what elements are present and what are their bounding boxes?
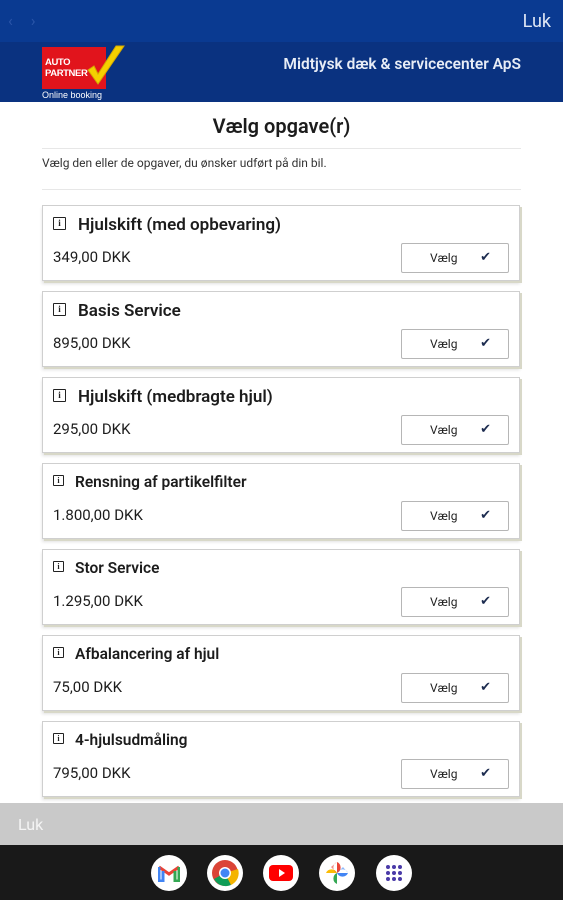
task-card: i Hjulskift (medbragte hjul) 295,00 DKK …	[42, 377, 520, 453]
task-card: i 4-hjulsudmåling 795,00 DKK Vælg ✔	[42, 721, 520, 797]
task-name: 4-hjulsudmåling	[75, 731, 188, 749]
task-name: Basis Service	[78, 301, 181, 321]
select-button[interactable]: Vælg ✔	[401, 415, 509, 445]
info-icon[interactable]: i	[53, 217, 66, 230]
task-name: Rensning af partikelfilter	[75, 473, 247, 491]
task-price: 795,00 DKK	[53, 764, 131, 782]
logo-tagline: Online booking	[42, 90, 103, 100]
task-card: i Stor Service 1.295,00 DKK Vælg ✔	[42, 549, 520, 625]
task-price: 349,00 DKK	[53, 248, 131, 266]
footer-close-label: Luk	[18, 815, 44, 834]
select-button[interactable]: Vælg ✔	[401, 243, 509, 273]
select-button[interactable]: Vælg ✔	[401, 587, 509, 617]
task-price: 1.800,00 DKK	[53, 506, 143, 524]
check-icon: ✔	[480, 508, 491, 523]
task-card: i Rensning af partikelfilter 1.800,00 DK…	[42, 463, 520, 539]
footer-close-bar[interactable]: Luk	[0, 803, 563, 845]
company-name: Midtjysk dæk & servicecenter ApS	[283, 55, 521, 73]
select-button[interactable]: Vælg ✔	[401, 759, 509, 789]
task-card: i Afbalancering af hjul 75,00 DKK Vælg ✔	[42, 635, 520, 711]
task-price: 1.295,00 DKK	[53, 592, 143, 610]
select-button[interactable]: Vælg ✔	[401, 501, 509, 531]
task-price: 75,00 DKK	[53, 678, 123, 696]
app-dock	[0, 845, 563, 900]
info-icon[interactable]: i	[53, 733, 64, 744]
youtube-icon[interactable]	[263, 855, 299, 891]
check-icon: ✔	[480, 766, 491, 781]
info-icon[interactable]: i	[53, 647, 64, 658]
select-button-label: Vælg	[430, 423, 458, 437]
autopartner-logo: AUTO PARTNER Online booking	[42, 45, 126, 100]
nav-arrows: ‹ ›	[8, 11, 50, 30]
top-bar: ‹ › Luk	[0, 0, 563, 42]
page-subtitle: Vælg den eller de opgaver, du ønsker udf…	[42, 156, 327, 170]
task-name: Afbalancering af hjul	[75, 645, 220, 663]
select-button-label: Vælg	[430, 681, 458, 695]
select-button[interactable]: Vælg ✔	[401, 673, 509, 703]
divider	[42, 148, 521, 149]
checkmark-logo-icon	[87, 45, 125, 85]
info-icon[interactable]: i	[53, 389, 66, 402]
divider	[42, 189, 521, 190]
task-name: Stor Service	[75, 559, 160, 577]
info-icon[interactable]: i	[53, 303, 66, 316]
task-price: 895,00 DKK	[53, 334, 131, 352]
select-button-label: Vælg	[430, 337, 458, 351]
check-icon: ✔	[480, 680, 491, 695]
app-drawer-icon[interactable]	[376, 855, 412, 891]
select-button-label: Vælg	[430, 509, 458, 523]
chrome-icon[interactable]	[207, 855, 243, 891]
check-icon: ✔	[480, 422, 491, 437]
check-icon: ✔	[480, 250, 491, 265]
task-name: Hjulskift (medbragte hjul)	[78, 387, 273, 407]
info-icon[interactable]: i	[53, 561, 64, 572]
gmail-icon[interactable]	[151, 855, 187, 891]
task-card: i Hjulskift (med opbevaring) 349,00 DKK …	[42, 205, 520, 281]
photos-icon[interactable]	[319, 855, 355, 891]
task-card: i Basis Service 895,00 DKK Vælg ✔	[42, 291, 520, 367]
select-button-label: Vælg	[430, 251, 458, 265]
logo-text: AUTO PARTNER	[45, 57, 88, 79]
check-icon: ✔	[480, 594, 491, 609]
page-title: Vælg opgave(r)	[212, 114, 351, 138]
task-list: i Hjulskift (med opbevaring) 349,00 DKK …	[42, 205, 522, 807]
task-name: Hjulskift (med opbevaring)	[78, 215, 281, 235]
select-button[interactable]: Vælg ✔	[401, 329, 509, 359]
check-icon: ✔	[480, 336, 491, 351]
select-button-label: Vælg	[430, 595, 458, 609]
close-button[interactable]: Luk	[523, 11, 551, 32]
brand-header: AUTO PARTNER Online booking Midtjysk dæk…	[0, 42, 563, 102]
select-button-label: Vælg	[430, 767, 458, 781]
back-icon[interactable]: ‹	[8, 11, 13, 30]
forward-icon[interactable]: ›	[31, 11, 36, 30]
task-price: 295,00 DKK	[53, 420, 131, 438]
info-icon[interactable]: i	[53, 475, 64, 486]
